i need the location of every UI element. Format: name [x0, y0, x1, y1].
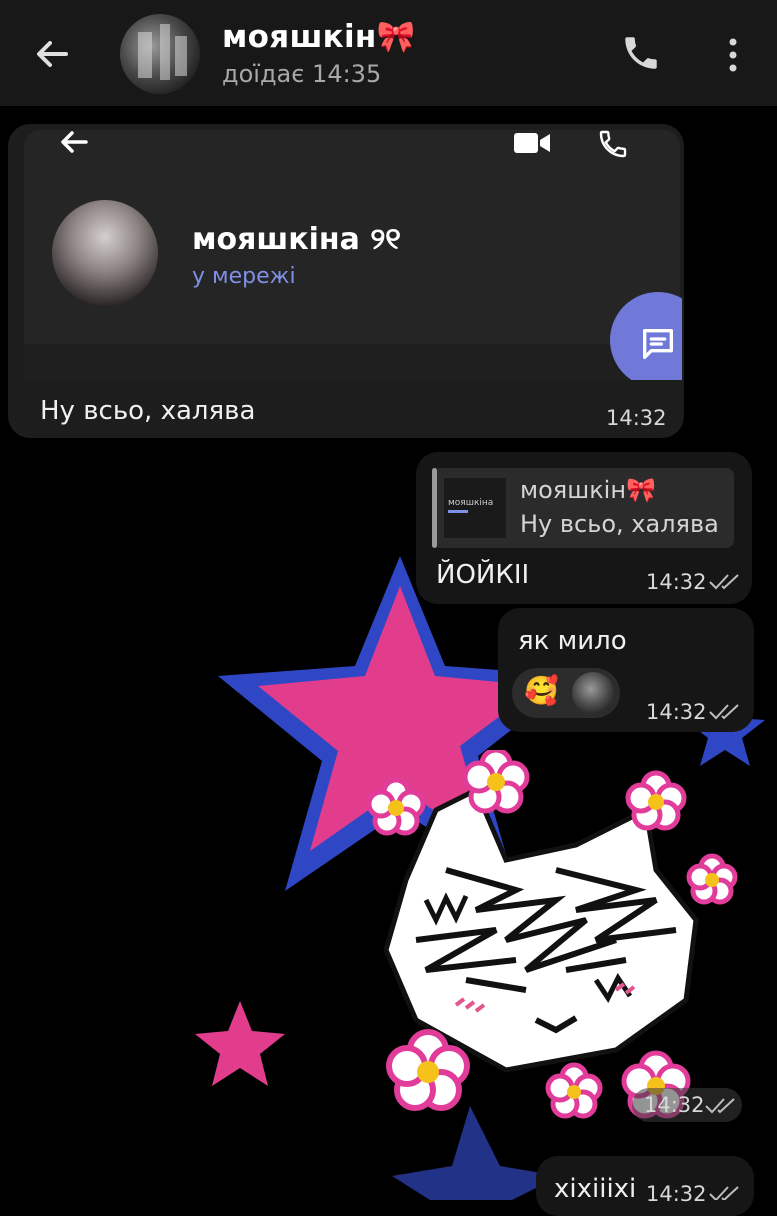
- compose-fab-icon: [610, 292, 682, 380]
- message-time: 14:32: [646, 1182, 707, 1206]
- reply-text: Ну всьо, халява: [520, 510, 719, 538]
- flower: [462, 747, 530, 814]
- reply-bar: [432, 468, 437, 548]
- screenshot-back-icon: [58, 128, 90, 160]
- message-time: 14:32: [606, 406, 667, 430]
- message-text: ЙОЙКІІ: [436, 560, 530, 590]
- message-time: 14:32: [646, 700, 707, 724]
- back-arrow-icon[interactable]: [32, 34, 72, 74]
- double-check-icon: [708, 572, 742, 592]
- message-time: 14:32: [644, 1093, 705, 1117]
- message-text: Ну всьо, халява: [40, 396, 256, 426]
- double-check-icon: [704, 1096, 738, 1116]
- screenshot-contact-name: мояшкіна ୨୧: [192, 222, 401, 257]
- avatar[interactable]: [120, 14, 200, 94]
- double-check-icon: [708, 1184, 742, 1204]
- more-vertical-icon[interactable]: [718, 34, 748, 76]
- reaction-avatar: [572, 672, 614, 714]
- chat-title[interactable]: мояшкін🎀: [222, 18, 416, 55]
- wolf-flowers-sticker[interactable]: [356, 747, 756, 1130]
- reaction-emoji: 🥰: [524, 674, 559, 707]
- screenshot-phone-icon: [596, 128, 630, 164]
- reply-thumbnail: мояшкіна: [444, 478, 506, 538]
- screenshot-avatar: [52, 200, 158, 306]
- double-check-icon: [708, 702, 742, 722]
- reply-thumb-text: мояшкіна: [448, 498, 494, 508]
- phone-icon[interactable]: [620, 32, 662, 74]
- chat-status: доїдає 14:35: [222, 60, 382, 88]
- message-time: 14:32: [646, 570, 707, 594]
- screenshot-contact-status: у мережі: [192, 264, 296, 289]
- screenshot-video-icon: [512, 130, 552, 160]
- screenshot-footer: [24, 344, 680, 380]
- reply-author: мояшкін🎀: [520, 476, 656, 504]
- message-text: як мило: [518, 626, 627, 656]
